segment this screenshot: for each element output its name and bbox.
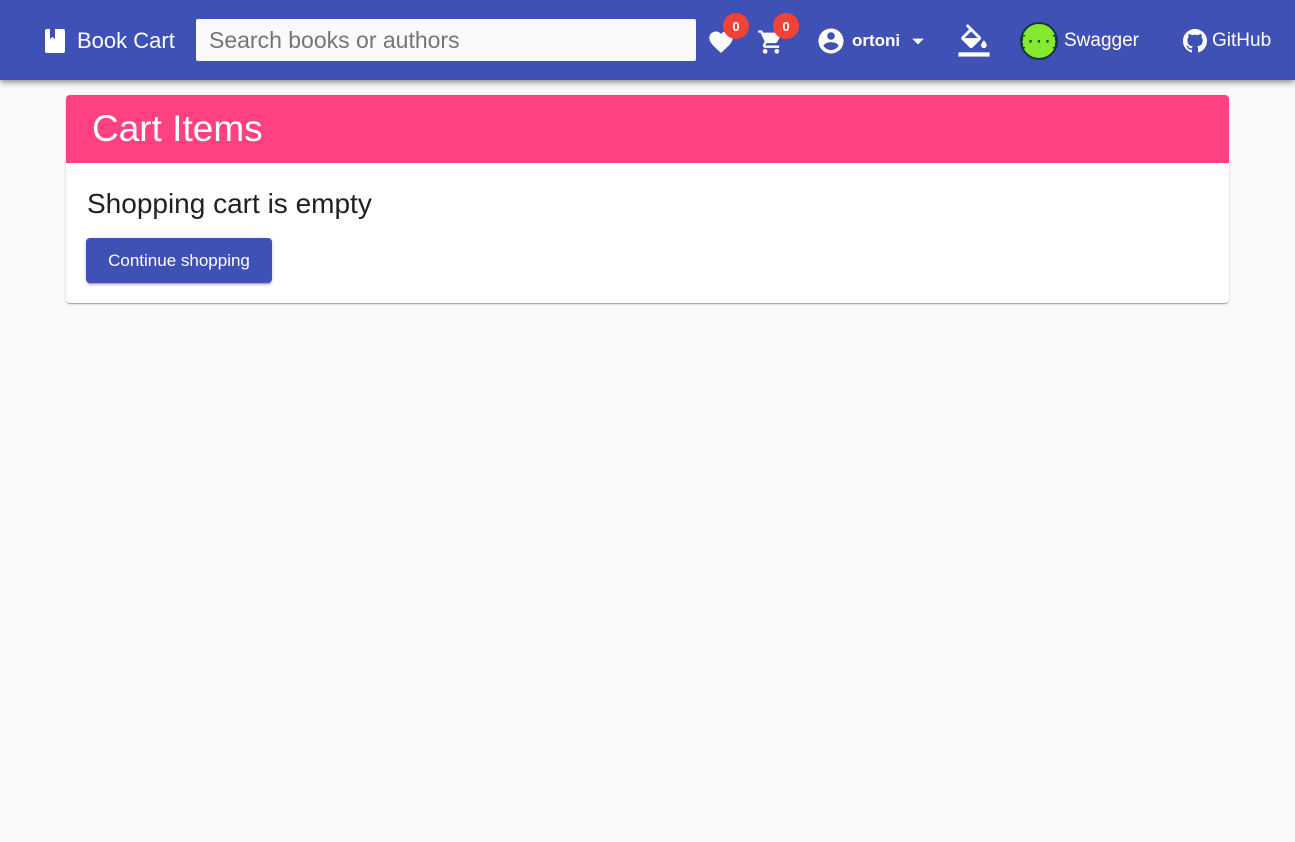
paint-bucket-icon xyxy=(958,24,990,57)
github-label: GitHub xyxy=(1212,30,1272,51)
github-link[interactable]: GitHub xyxy=(1183,26,1271,56)
top-toolbar: Book Cart 0 0 ortoni {···} Swa xyxy=(0,0,1295,80)
chevron-down-icon xyxy=(912,38,924,45)
account-circle-icon xyxy=(818,28,844,54)
cart-card: Cart Items Shopping cart is empty Contin… xyxy=(66,95,1229,303)
theme-picker-button[interactable] xyxy=(957,24,991,58)
wishlist-count-badge: 0 xyxy=(723,13,749,39)
user-menu-button[interactable]: ortoni xyxy=(816,26,932,56)
brand-title: Book Cart xyxy=(77,28,175,53)
swagger-label: Swagger xyxy=(1064,30,1139,51)
user-name: ortoni xyxy=(852,31,901,50)
swagger-link[interactable]: {···} Swagger xyxy=(1020,22,1139,60)
book-icon xyxy=(45,29,65,53)
wishlist-button[interactable]: 0 xyxy=(707,13,749,54)
cart-title: Cart Items xyxy=(66,95,1229,163)
continue-shopping-button[interactable]: Continue shopping xyxy=(86,238,272,283)
cart-count-badge: 0 xyxy=(773,13,799,39)
svg-text:{···}: {···} xyxy=(1020,34,1058,50)
empty-cart-message: Shopping cart is empty xyxy=(87,188,372,219)
brand-link[interactable]: Book Cart xyxy=(43,26,175,56)
cart-button[interactable]: 0 xyxy=(757,13,799,54)
swagger-icon: {···} xyxy=(1020,22,1058,60)
search-input[interactable] xyxy=(196,19,696,61)
github-icon xyxy=(1183,29,1207,53)
